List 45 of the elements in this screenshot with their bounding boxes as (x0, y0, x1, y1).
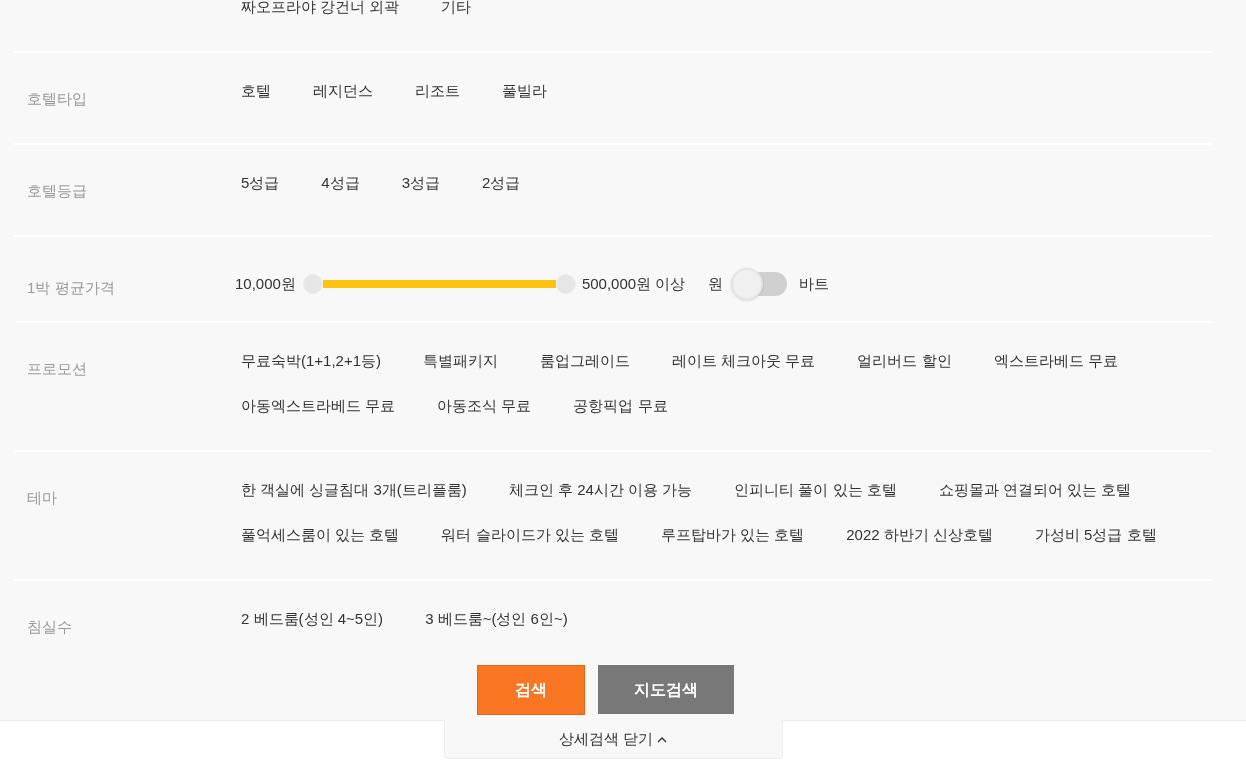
filter-option[interactable]: 2 베드룸(성인 4~5인) (241, 606, 384, 639)
filter-option[interactable]: 룸업그레이드 (540, 348, 631, 373)
filter-label: 침실수 (27, 617, 73, 637)
filter-option[interactable]: 쇼핑몰과 연결되어 있는 호텔 (938, 477, 1132, 502)
slider-handle[interactable] (555, 273, 576, 294)
filter-option[interactable]: 기타 (441, 0, 472, 19)
filter-option[interactable]: 5성급 (241, 170, 280, 203)
filter-option[interactable]: 얼리버드 할인 (857, 348, 952, 373)
filter-option[interactable]: 특별패키지 (423, 348, 499, 373)
filter-option[interactable]: 리조트 (415, 78, 460, 111)
filter-option[interactable]: 아동조식 무료 (437, 393, 532, 418)
filter-option[interactable]: 호텔 (241, 78, 271, 111)
filter-label: 테마 (27, 488, 58, 508)
filter-option[interactable]: 2성급 (482, 170, 521, 203)
filter-label: 호텔등급 (27, 181, 88, 201)
filter-option[interactable]: 가성비 5성급 호텔 (1034, 522, 1157, 547)
filter-option[interactable]: 체크인 후 24시간 이용 가능 (508, 477, 693, 502)
filter-option[interactable]: 짜오프라야 강건너 외곽 (241, 0, 400, 19)
filter-label: 프로모션 (27, 359, 88, 379)
filter-option[interactable]: 무료숙박(1+1,2+1등) (241, 348, 382, 373)
filter-option[interactable]: 레이트 체크아웃 무료 (672, 348, 816, 373)
slider-handle[interactable] (302, 273, 323, 294)
filter-option[interactable]: 공항픽업 무료 (573, 393, 668, 418)
filter-label: 호텔타입 (27, 89, 88, 109)
filter-option[interactable]: 3 베드룸~(성인 6인~) (425, 606, 568, 639)
filter-option[interactable]: 엑스트라베드 무료 (993, 348, 1118, 373)
caret-up-icon (657, 735, 668, 743)
search-button[interactable]: 지도검색 (598, 665, 734, 714)
price-slider[interactable] (302, 272, 576, 295)
filter-option[interactable]: 2022 하반기 신상호텔 (846, 522, 993, 547)
close-detail-search-tab[interactable]: 상세검색 닫기 (443, 720, 783, 759)
filter-option[interactable]: 레지던스 (313, 78, 373, 111)
currency-label: 원 (708, 274, 724, 294)
filter-option[interactable]: 워터 슬라이드가 있는 호텔 (441, 522, 619, 547)
filter-option[interactable]: 풀억세스룸이 있는 호텔 (241, 522, 400, 547)
filter-option[interactable]: 한 객실에 싱글침대 3개(트리플룸) (241, 477, 467, 502)
currency-label: 바트 (799, 274, 830, 294)
filter-option[interactable]: 4성급 (321, 170, 360, 203)
max-price: 500,000원 이상 (581, 274, 686, 294)
min-price: 10,000원 (235, 274, 296, 294)
filter-option[interactable]: 풀빌라 (502, 78, 547, 111)
filter-option[interactable]: 아동엑스트라베드 무료 (241, 393, 396, 418)
filter-option[interactable]: 인피니티 풀이 있는 호텔 (734, 477, 897, 502)
filter-option[interactable]: 루프탑바가 있는 호텔 (660, 522, 805, 547)
filter-option[interactable]: 3성급 (401, 170, 441, 203)
